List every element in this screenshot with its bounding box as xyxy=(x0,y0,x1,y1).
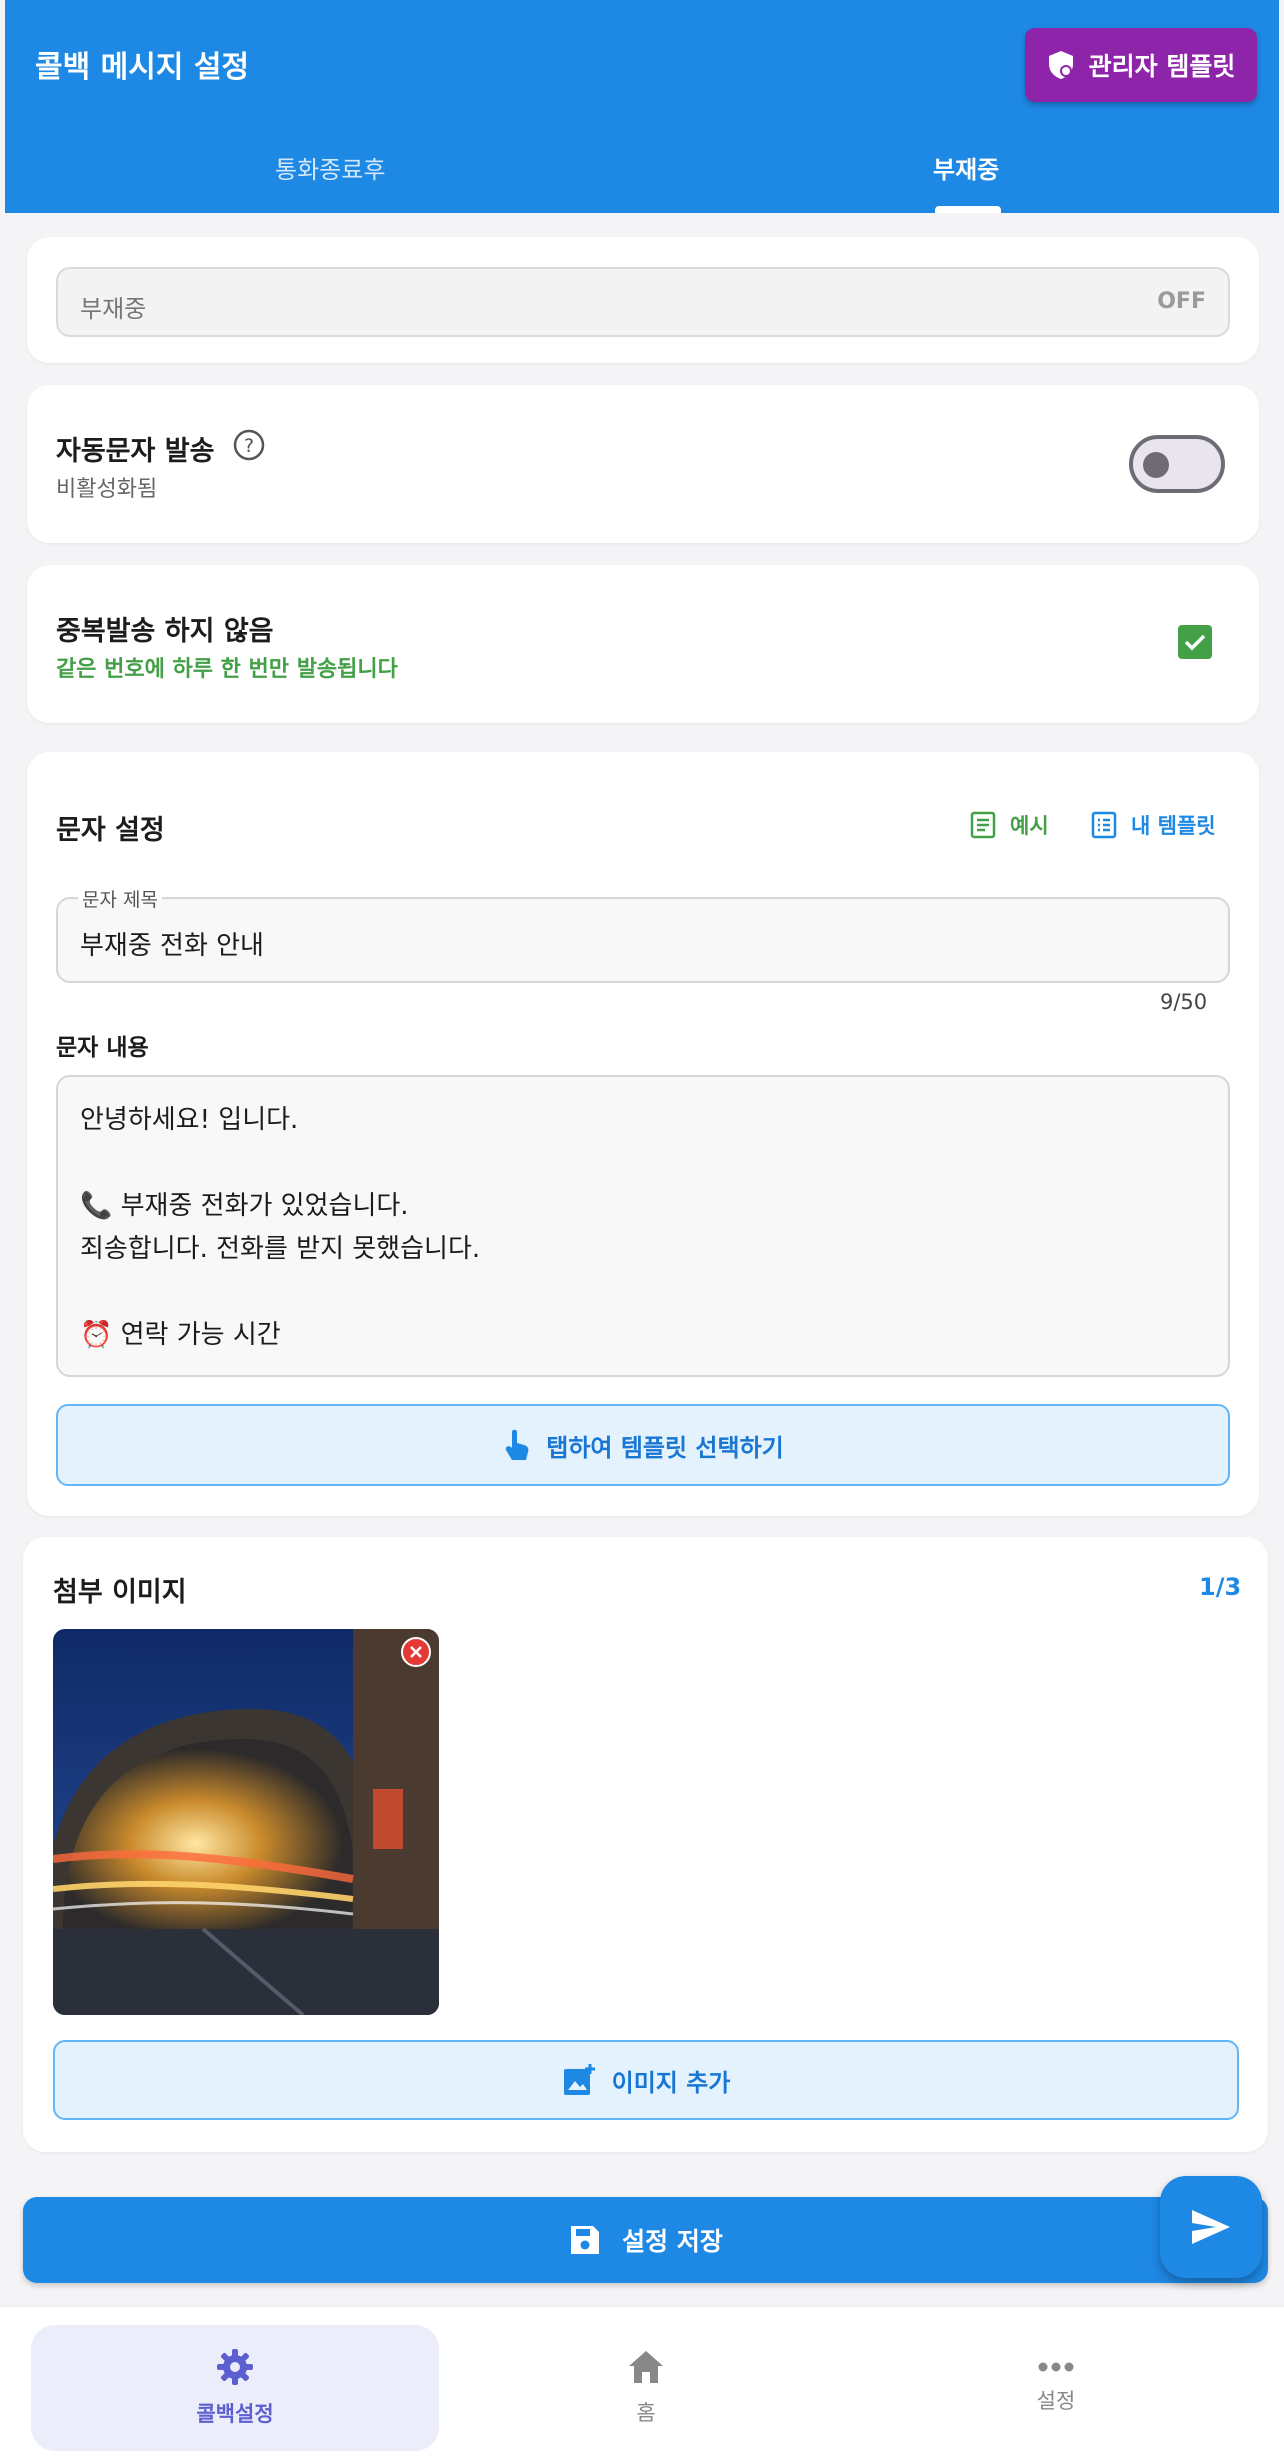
auto-send-status: 비활성화됨 xyxy=(56,477,158,502)
admin-template-label: 관리자 템플릿 xyxy=(1088,52,1236,81)
nav-settings-label: 설정 xyxy=(1036,2389,1076,2413)
no-duplicate-description: 같은 번호에 하루 한 번만 발송됩니다 xyxy=(56,657,398,682)
tab-indicator xyxy=(935,206,1001,213)
toggle-knob xyxy=(1143,452,1169,478)
no-duplicate-card: 중복발송 하지 않음 같은 번호에 하루 한 번만 발송됩니다 xyxy=(27,565,1259,723)
help-icon[interactable]: ? xyxy=(233,429,265,461)
body-value: 안녕하세요! 입니다. 📞 부재중 전화가 있었습니다. 죄송합니다. 전화를 … xyxy=(80,1105,481,1350)
save-icon xyxy=(571,2226,600,2254)
document-icon xyxy=(970,811,996,839)
bottom-nav: 콜백설정 홈 설정 xyxy=(0,2306,1284,2458)
add-photo-icon xyxy=(563,2064,595,2095)
nav-home-label: 홈 xyxy=(636,2401,656,2425)
auto-send-title: 자동문자 발송 xyxy=(56,436,215,467)
example-label: 예시 xyxy=(1010,814,1049,838)
example-button[interactable]: 예시 xyxy=(970,810,1049,840)
nav-settings[interactable]: 설정 xyxy=(852,2325,1260,2451)
nav-callback-settings[interactable]: 콜백설정 xyxy=(31,2325,439,2451)
save-settings-label: 설정 저장 xyxy=(622,2227,723,2256)
nav-home[interactable]: 홈 xyxy=(442,2325,850,2451)
message-section-title: 문자 설정 xyxy=(56,815,165,846)
template-select-label: 탭하여 템플릿 선택하기 xyxy=(546,1433,784,1462)
more-icon xyxy=(1038,2362,1074,2372)
auto-send-card: 자동문자 발송 ? 비활성화됨 xyxy=(27,385,1259,543)
body-textarea[interactable]: 안녕하세요! 입니다. 📞 부재중 전화가 있었습니다. 죄송합니다. 전화를 … xyxy=(56,1075,1230,1377)
home-icon xyxy=(629,2351,663,2383)
subject-label: 문자 제목 xyxy=(78,885,162,912)
add-image-label: 이미지 추가 xyxy=(611,2068,731,2097)
template-select-button[interactable]: 탭하여 템플릿 선택하기 xyxy=(56,1404,1230,1486)
send-fab[interactable] xyxy=(1160,2176,1262,2278)
mode-label: 부재중 xyxy=(80,295,147,323)
admin-template-button[interactable]: 관리자 템플릿 xyxy=(1025,28,1257,102)
touch-icon xyxy=(506,1429,529,1460)
no-duplicate-title: 중복발송 하지 않음 xyxy=(56,616,274,647)
add-image-button[interactable]: 이미지 추가 xyxy=(53,2040,1239,2120)
tunnel-photo xyxy=(53,1629,439,2015)
page-title: 콜백 메시지 설정 xyxy=(35,50,250,85)
close-icon xyxy=(410,1646,422,1658)
shield-icon xyxy=(1048,51,1073,79)
subject-counter: 9/50 xyxy=(1160,990,1208,1014)
attachments-title: 첨부 이미지 xyxy=(53,1577,187,1608)
attachment-thumbnail[interactable] xyxy=(53,1629,439,2015)
svg-text:?: ? xyxy=(244,435,254,457)
mode-card: 부재중 OFF xyxy=(27,237,1259,363)
remove-image-button[interactable] xyxy=(401,1637,431,1667)
body-label: 문자 내용 xyxy=(56,1035,149,1061)
attachment-count: 1/3 xyxy=(1199,1573,1242,1601)
list-icon xyxy=(1091,811,1117,839)
check-icon xyxy=(1184,634,1206,651)
app-bar: 콜백 메시지 설정 관리자 템플릿 통화종료후 부재중 xyxy=(5,0,1279,213)
tab-after-call[interactable]: 통화종료후 xyxy=(275,150,385,185)
mode-field[interactable]: 부재중 OFF xyxy=(56,267,1230,337)
send-icon xyxy=(1192,2210,1230,2244)
subject-input[interactable]: 문자 제목 부재중 전화 안내 xyxy=(56,885,1230,983)
auto-send-toggle[interactable] xyxy=(1129,435,1225,493)
my-templates-label: 내 템플릿 xyxy=(1131,814,1216,838)
nav-callback-settings-label: 콜백설정 xyxy=(196,2402,274,2426)
my-templates-button[interactable]: 내 템플릿 xyxy=(1091,810,1216,840)
tab-missed-call[interactable]: 부재중 xyxy=(933,150,999,185)
no-duplicate-checkbox[interactable] xyxy=(1178,625,1212,659)
subject-value: 부재중 전화 안내 xyxy=(80,931,264,961)
mode-state: OFF xyxy=(1157,289,1206,314)
save-settings-button[interactable]: 설정 저장 xyxy=(23,2197,1268,2283)
gear-icon xyxy=(217,2349,253,2385)
